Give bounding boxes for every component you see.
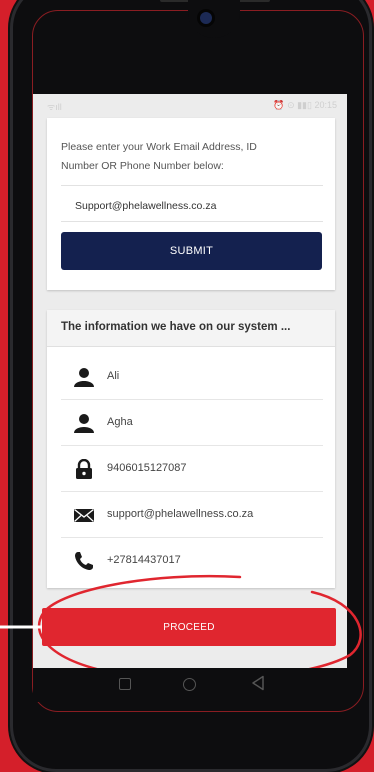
back-icon[interactable] <box>251 675 265 691</box>
phone-value: +27814437017 <box>107 554 181 566</box>
email-lookup-card: Please enter your Work Email Address, ID… <box>47 118 335 290</box>
home-icon[interactable] <box>183 678 196 691</box>
info-row-id-number: 9406015127087 <box>61 446 323 492</box>
email-field[interactable] <box>61 194 323 218</box>
android-nav-bar <box>33 668 347 702</box>
divider <box>61 185 323 186</box>
email-value: support@phelawellness.co.za <box>107 508 254 520</box>
info-row-first-name: Ali <box>61 354 323 400</box>
first-name-value: Ali <box>107 370 120 382</box>
person-icon <box>74 368 94 387</box>
info-card: The information we have on our system ..… <box>47 310 335 588</box>
info-row-phone: +27814437017 <box>61 538 323 584</box>
last-name-value: Agha <box>107 416 133 428</box>
info-row-email: support@phelawellness.co.za <box>61 492 323 538</box>
info-card-header: The information we have on our system ..… <box>47 310 335 347</box>
proceed-button[interactable]: PROCEED <box>42 608 336 646</box>
recent-apps-icon[interactable] <box>119 678 131 690</box>
status-bar: ᯤıll ⏰ ⊙ ▮▮▯ 20:15 <box>33 96 347 116</box>
info-card-title: The information we have on our system ..… <box>61 321 291 333</box>
front-camera-icon <box>200 12 212 24</box>
info-row-last-name: Agha <box>61 400 323 446</box>
person-icon <box>74 414 94 433</box>
status-icons: ⏰ ⊙ ▮▮▯ 20:15 <box>273 100 337 110</box>
divider <box>61 221 323 222</box>
signal-icon: ᯤıll <box>47 102 62 112</box>
envelope-icon <box>74 508 94 522</box>
id-number-value: 9406015127087 <box>107 462 187 474</box>
phone-icon <box>75 552 93 570</box>
submit-button[interactable]: SUBMIT <box>61 232 322 270</box>
lock-icon <box>76 459 92 479</box>
email-prompt: Please enter your Work Email Address, ID… <box>61 141 257 172</box>
